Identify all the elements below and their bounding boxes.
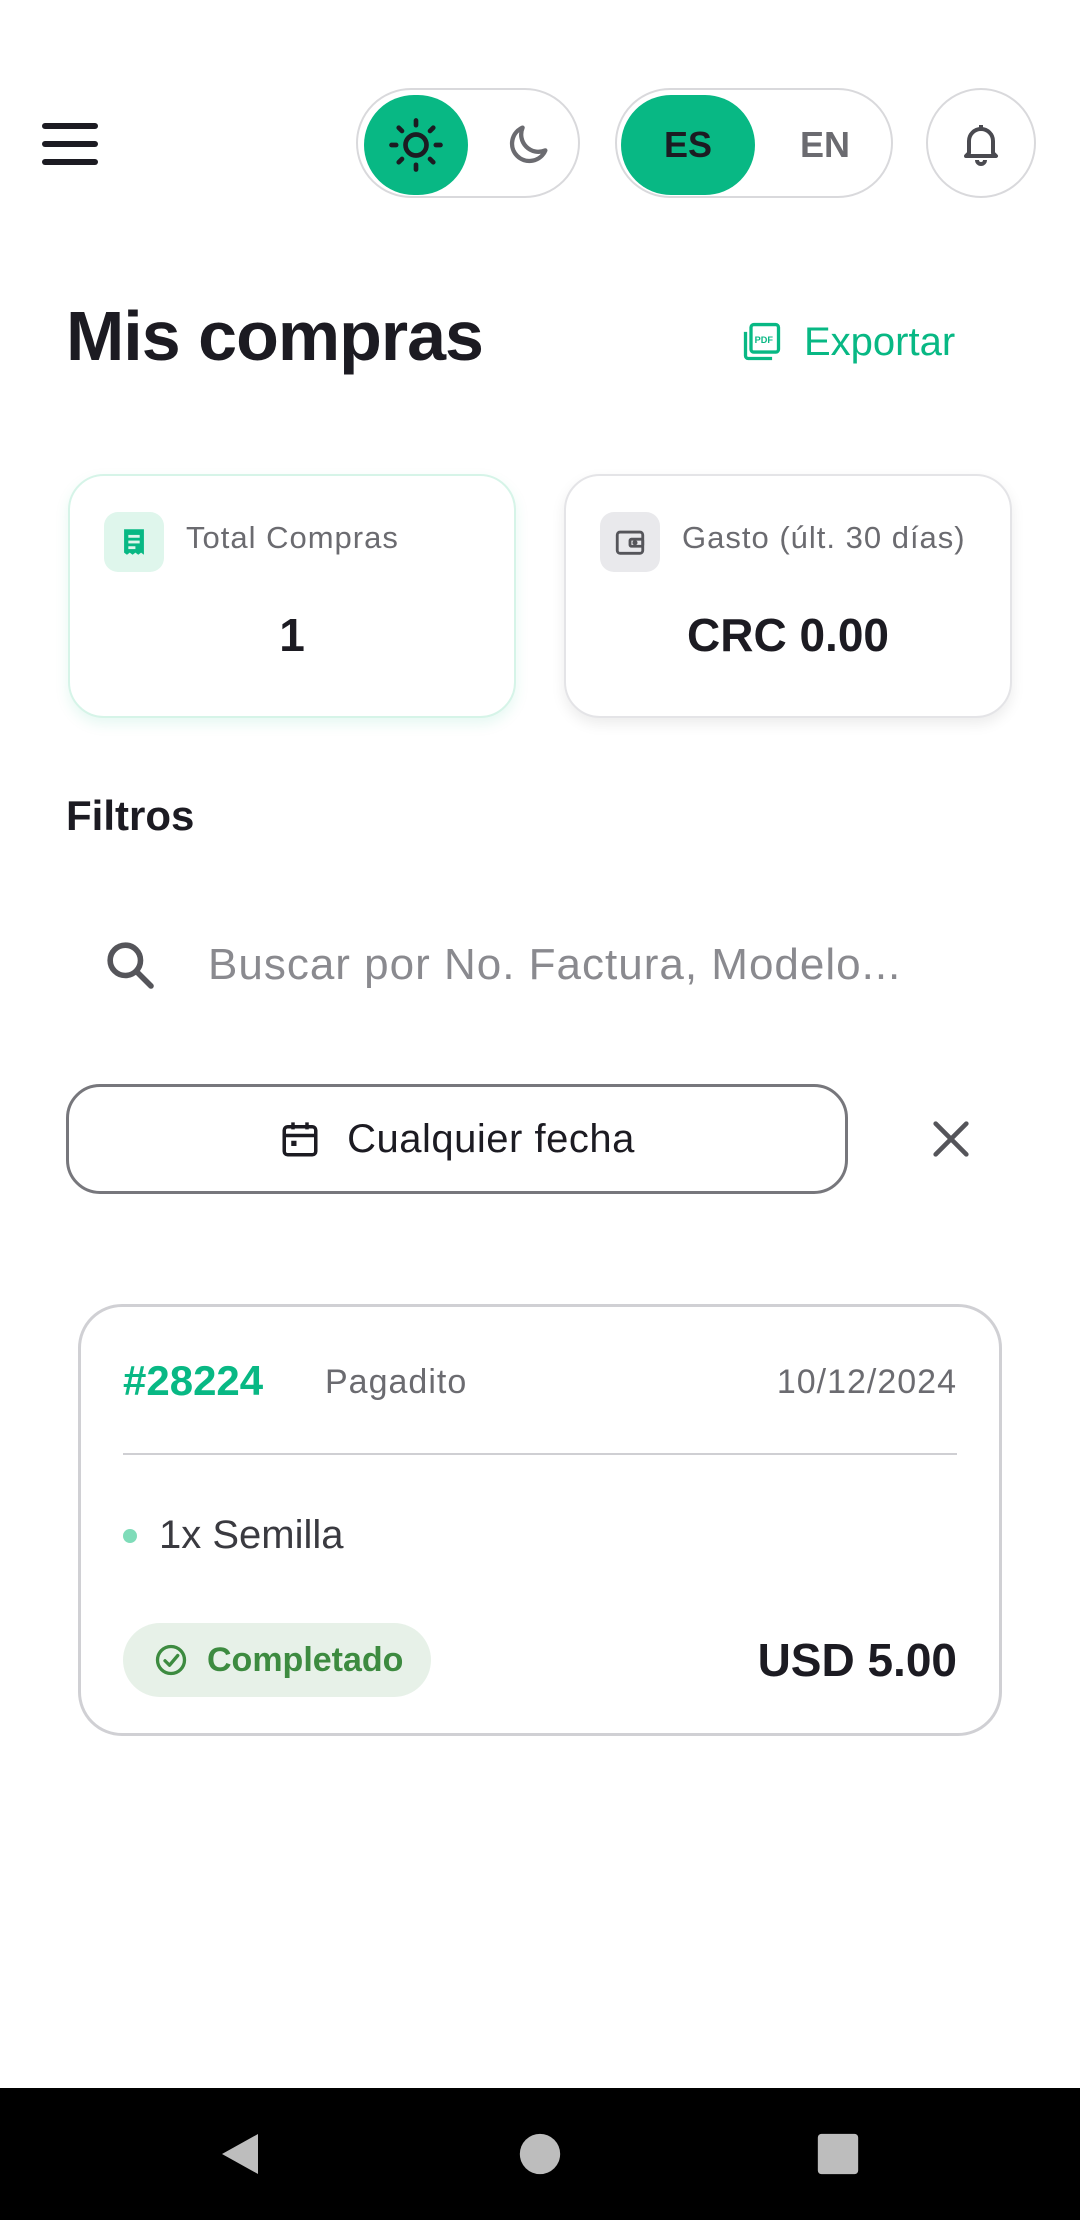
system-navigation-bar [0, 2088, 1080, 2220]
receipt-icon [104, 512, 164, 572]
stat-value: CRC 0.00 [687, 609, 889, 661]
bullet-dot [123, 1528, 137, 1543]
search-icon [100, 935, 160, 995]
stat-label: Total Compras [186, 520, 399, 555]
language-toggle[interactable]: ES EN [615, 88, 893, 198]
hamburger-menu-icon[interactable] [42, 114, 112, 174]
payment-method: Pagadito [325, 1363, 468, 1401]
status-label: Completado [207, 1640, 404, 1679]
order-number: #28224 [123, 1357, 264, 1404]
wallet-icon [600, 512, 660, 572]
theme-toggle[interactable] [356, 88, 580, 198]
filters-title: Filtros [66, 792, 195, 839]
date-filter-label: Cualquier fecha [347, 1116, 635, 1161]
export-button[interactable]: PDF Exportar [740, 312, 955, 372]
svg-text:PDF: PDF [755, 335, 774, 345]
stat-value: 1 [279, 609, 305, 661]
pdf-icon: PDF [743, 322, 781, 361]
order-total: USD 5.00 [757, 1634, 957, 1686]
order-card[interactable]: #28224 Pagadito 10/12/2024 1x Semilla Co… [78, 1304, 1002, 1736]
divider [123, 1453, 957, 1455]
recents-square-icon[interactable] [808, 2124, 868, 2184]
calendar-icon [282, 1122, 318, 1157]
home-circle-icon[interactable] [510, 2124, 570, 2184]
stat-card-total-purchases: Total Compras 1 [68, 474, 516, 718]
export-label: Exportar [804, 319, 956, 364]
search-input[interactable] [208, 940, 968, 990]
moon-icon[interactable] [482, 95, 574, 195]
date-filter-button[interactable]: Cualquier fecha [66, 1084, 848, 1194]
close-icon[interactable] [916, 1104, 986, 1174]
status-badge: Completado [123, 1623, 432, 1697]
order-item: 1x Semilla [123, 1513, 344, 1558]
bell-icon [964, 125, 998, 166]
check-circle-icon [155, 1644, 187, 1676]
language-option-en[interactable]: EN [763, 95, 887, 195]
search-bar[interactable] [100, 930, 1020, 1000]
stat-card-spend-30-days: Gasto (últ. 30 días) CRC 0.00 [564, 474, 1012, 718]
sun-icon[interactable] [364, 95, 468, 195]
top-bar: ES EN [0, 88, 1080, 200]
notifications-button[interactable] [926, 88, 1036, 198]
page-title: Mis compras [66, 297, 484, 375]
stat-label: Gasto (últ. 30 días) [682, 520, 966, 555]
order-item-label: 1x Semilla [159, 1513, 344, 1557]
back-triangle-icon[interactable] [210, 2124, 270, 2184]
language-option-es[interactable]: ES [621, 95, 755, 195]
order-date: 10/12/2024 [776, 1363, 957, 1401]
